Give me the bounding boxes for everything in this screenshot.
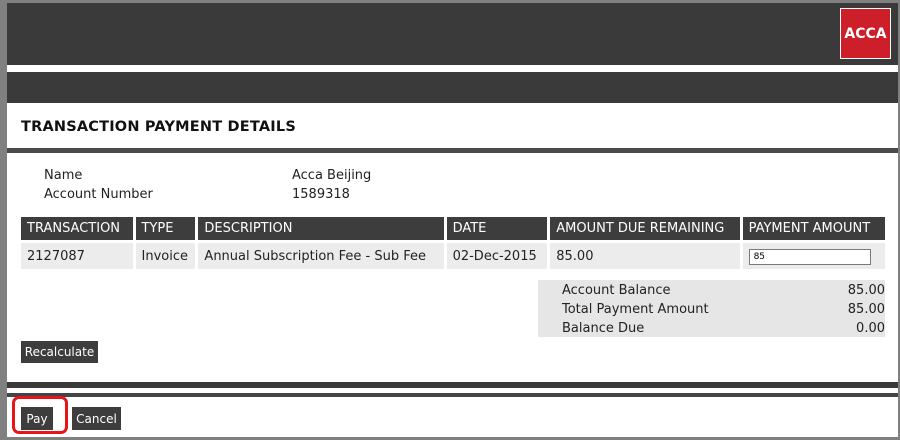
title-divider	[7, 148, 898, 153]
transactions-table: TRANSACTION TYPE DESCRIPTION DATE AMOUNT…	[18, 217, 888, 269]
header-band: ACCA	[7, 3, 898, 65]
payment-amount-input[interactable]	[748, 248, 871, 265]
cell-description: Annual Subscription Fee - Sub Fee	[198, 240, 444, 269]
cell-payment-amount	[742, 240, 885, 269]
account-number-label: Account Number	[44, 187, 153, 202]
col-amount-due: AMOUNT DUE REMAINING	[550, 217, 740, 240]
balance-summary: Account Balance 85.00 Total Payment Amou…	[538, 280, 885, 337]
total-payment-label: Total Payment Amount	[562, 302, 709, 317]
table-row: 2127087 Invoice Annual Subscription Fee …	[21, 240, 885, 269]
col-description: DESCRIPTION	[198, 217, 444, 240]
total-payment-value: 85.00	[847, 302, 885, 317]
cell-amount-due: 85.00	[550, 240, 740, 269]
cancel-button[interactable]: Cancel	[72, 407, 121, 430]
cell-date: 02-Dec-2015	[446, 240, 548, 269]
account-balance-value: 85.00	[847, 283, 885, 298]
col-transaction: TRANSACTION	[21, 217, 133, 240]
acca-logo: ACCA	[840, 8, 891, 59]
pay-highlight-annotation	[12, 396, 68, 434]
nav-band	[7, 72, 898, 103]
page-title: TRANSACTION PAYMENT DETAILS	[21, 119, 296, 135]
col-payment-amount: PAYMENT AMOUNT	[742, 217, 885, 240]
cell-type: Invoice	[135, 240, 196, 269]
col-type: TYPE	[135, 217, 196, 240]
footer-divider	[7, 382, 898, 388]
table-header-row: TRANSACTION TYPE DESCRIPTION DATE AMOUNT…	[21, 217, 885, 240]
name-value: Acca Beijing	[292, 168, 372, 183]
footer-divider-secondary	[7, 393, 898, 397]
balance-due-label: Balance Due	[562, 321, 645, 336]
col-date: DATE	[446, 217, 548, 240]
name-label: Name	[44, 168, 83, 183]
balance-due-value: 0.00	[856, 321, 885, 336]
cell-transaction: 2127087	[21, 240, 133, 269]
account-number-value: 1589318	[292, 187, 350, 202]
account-balance-label: Account Balance	[562, 283, 671, 298]
payment-dialog: ACCA TRANSACTION PAYMENT DETAILS Name Ac…	[7, 3, 898, 437]
recalculate-button[interactable]: Recalculate	[21, 341, 98, 363]
